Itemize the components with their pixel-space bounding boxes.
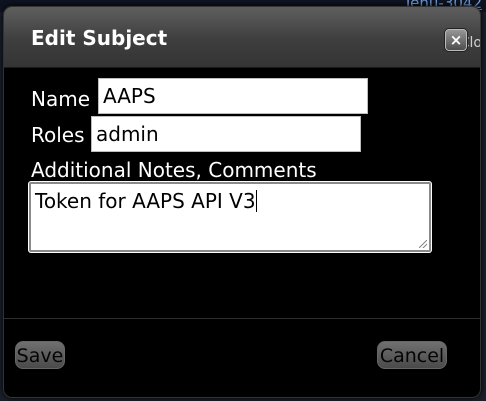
text-caret [255, 190, 257, 212]
dialog-title: Edit Subject [31, 26, 168, 50]
roles-label: Roles [31, 123, 85, 147]
name-label: Name [31, 87, 91, 111]
roles-input[interactable]: admin [91, 116, 361, 152]
notes-label: Additional Notes, Comments [31, 158, 317, 182]
notes-text: Token for AAPS API V3 [35, 189, 256, 213]
notes-textarea[interactable]: Token for AAPS API V3 [29, 182, 431, 252]
name-input[interactable]: AAPS [98, 78, 368, 114]
cancel-button[interactable]: Cancel [377, 341, 447, 369]
save-button[interactable]: Save [15, 341, 65, 369]
dialog-titlebar[interactable]: Edit Subject Clo × [4, 7, 480, 68]
close-icon[interactable]: × [444, 28, 468, 52]
resize-grip-icon[interactable] [419, 240, 427, 248]
edit-subject-dialog: Edit Subject Clo × Name AAPS Roles admin… [3, 6, 481, 398]
footer-divider [4, 318, 480, 319]
